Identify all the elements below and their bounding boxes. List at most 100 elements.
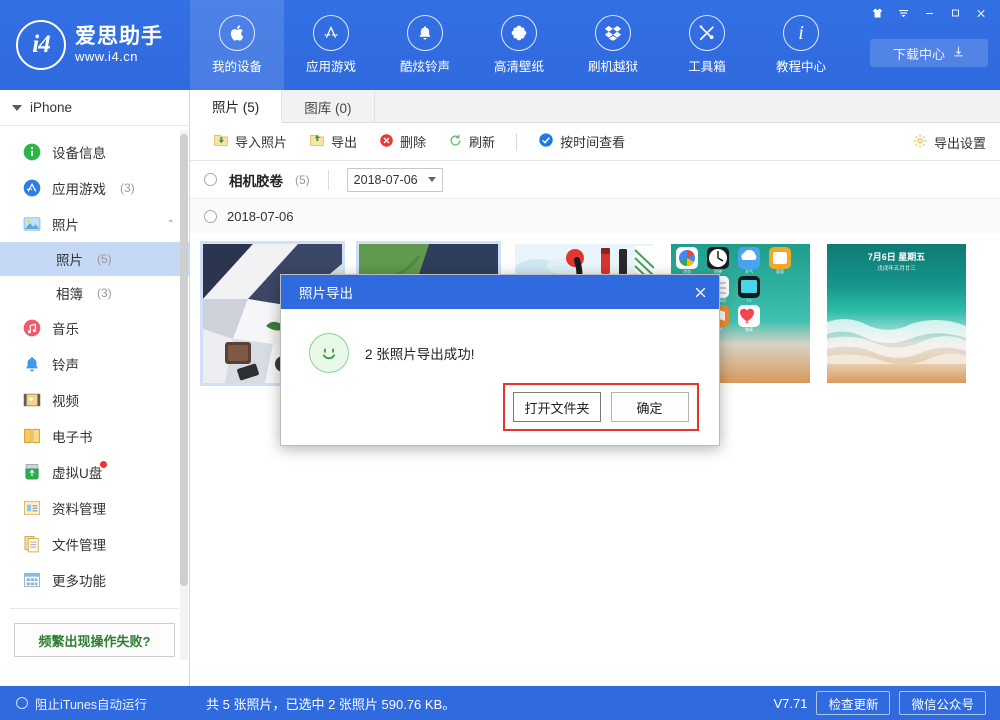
appstore-icon xyxy=(313,15,349,51)
nav-label: 高清壁纸 xyxy=(494,56,544,75)
confirm-button[interactable]: 确定 xyxy=(611,392,689,422)
minimize-icon[interactable] xyxy=(916,3,942,24)
sidebar-item-count: (3) xyxy=(97,286,112,300)
sidebar-scrollbar-thumb[interactable] xyxy=(180,134,188,586)
nav-item-ringtones[interactable]: 酷炫铃声 xyxy=(378,0,472,90)
sidebar-scrollbar[interactable] xyxy=(180,130,188,660)
toolbar-label: 删除 xyxy=(400,132,426,151)
import-photos-button[interactable]: 导入照片 xyxy=(204,129,296,155)
help-button[interactable]: 频繁出现操作失败? xyxy=(14,623,175,657)
gear-icon xyxy=(912,133,928,152)
photo-thumbnail[interactable]: 7月6日 星期五 戊戌年五月廿三 xyxy=(824,241,969,386)
sidebar-item-albums[interactable]: 相簿 (3) xyxy=(0,276,189,310)
download-icon xyxy=(952,45,965,61)
export-settings-button[interactable]: 导出设置 xyxy=(912,123,986,161)
info-icon: i xyxy=(783,15,819,51)
brand-logo-text: i4 xyxy=(32,31,49,59)
toolbar-separator xyxy=(516,133,517,151)
refresh-button[interactable]: 刷新 xyxy=(439,129,504,155)
camera-roll-count: (5) xyxy=(295,173,310,187)
sidebar-item-ringtones[interactable]: 铃声 xyxy=(0,346,189,382)
import-icon xyxy=(213,132,229,151)
nav-item-my-device[interactable]: 我的设备 xyxy=(190,0,284,90)
info-green-icon xyxy=(22,142,42,162)
version-label: V7.71 xyxy=(773,696,807,711)
group-select-radio[interactable] xyxy=(204,210,217,223)
camera-roll-label: 相机胶卷 xyxy=(229,170,283,190)
sidebar-item-label: 资料管理 xyxy=(52,498,106,518)
photo-ios-lockscreen: 7月6日 星期五 戊戌年五月廿三 xyxy=(827,244,966,383)
maximize-icon[interactable] xyxy=(942,3,968,24)
sidebar-item-photos-child[interactable]: 照片 (5) xyxy=(0,242,189,276)
export-settings-label: 导出设置 xyxy=(934,133,986,152)
brand-logo-area: i4 爱思助手 www.i4.cn xyxy=(0,0,190,90)
nav-label: 酷炫铃声 xyxy=(400,56,450,75)
sidebar-item-label: 视频 xyxy=(52,390,79,410)
status-bar: 阻止iTunes自动运行 共 5 张照片，已选中 2 张照片 590.76 KB… xyxy=(0,686,1000,720)
top-bar: i4 爱思助手 www.i4.cn 我的设备 应用游戏 xyxy=(0,0,1000,90)
caret-down-icon xyxy=(12,105,22,111)
data-icon xyxy=(22,498,42,518)
smiley-face-icon xyxy=(309,333,349,373)
appstore-blue-icon xyxy=(22,178,42,198)
app-window: i4 爱思助手 www.i4.cn 我的设备 应用游戏 xyxy=(0,0,1000,720)
dialog-body: 2 张照片导出成功! xyxy=(281,309,719,373)
sidebar-item-label: 相簿 xyxy=(56,283,83,303)
sidebar-item-apps-games[interactable]: 应用游戏 (3) xyxy=(0,170,189,206)
itunes-toggle-radio[interactable] xyxy=(16,697,28,709)
view-by-time-label: 按时间查看 xyxy=(560,132,625,151)
check-update-button[interactable]: 检查更新 xyxy=(816,691,890,715)
svg-text:7月6日 星期五: 7月6日 星期五 xyxy=(868,251,926,262)
svg-text:健康: 健康 xyxy=(745,326,753,332)
nav-item-flash-jailbreak[interactable]: 刷机越狱 xyxy=(566,0,660,90)
close-icon[interactable] xyxy=(968,3,994,24)
nav-item-toolbox[interactable]: 工具箱 xyxy=(660,0,754,90)
dialog-message: 2 张照片导出成功! xyxy=(365,343,475,363)
date-filter-select[interactable]: 2018-07-06 xyxy=(347,168,443,192)
camera-roll-radio[interactable] xyxy=(204,173,217,186)
close-icon[interactable] xyxy=(681,275,719,309)
open-folder-button[interactable]: 打开文件夹 xyxy=(513,392,600,422)
download-center-label: 下载中心 xyxy=(893,44,945,63)
ringtone-icon xyxy=(22,354,42,374)
photo-group-row: 2018-07-06 xyxy=(190,199,1000,233)
sidebar-item-file-management[interactable]: 文件管理 xyxy=(0,526,189,562)
video-icon xyxy=(22,390,42,410)
tab-photos[interactable]: 照片 (5) xyxy=(190,90,282,123)
music-icon xyxy=(22,318,42,338)
svg-text:天气: 天气 xyxy=(745,268,753,274)
sidebar-item-photos[interactable]: 照片 ⌃ xyxy=(0,206,189,242)
download-center-button[interactable]: 下载中心 xyxy=(870,39,988,67)
nav-item-tutorial-center[interactable]: i 教程中心 xyxy=(754,0,848,90)
sidebar-item-more-features[interactable]: 更多功能 xyxy=(0,562,189,598)
toolbar: 导入照片 导出 删除 刷新 xyxy=(190,123,1000,161)
usb-icon xyxy=(22,462,42,482)
sidebar-item-virtual-usb[interactable]: 虚拟U盘 xyxy=(0,454,189,490)
photo-icon xyxy=(22,214,42,234)
skin-icon[interactable] xyxy=(864,3,890,24)
date-filter-value: 2018-07-06 xyxy=(354,173,418,187)
sidebar-list: 设备信息 应用游戏 (3) 照片 ⌃ 照片 (5) xyxy=(0,126,189,657)
tab-bar: 照片 (5) 图库 (0) xyxy=(190,90,1000,123)
sidebar-item-music[interactable]: 音乐 xyxy=(0,310,189,346)
sidebar-item-data-management[interactable]: 资料管理 xyxy=(0,490,189,526)
nav-item-apps-games[interactable]: 应用游戏 xyxy=(284,0,378,90)
sidebar-item-label-wrap: 虚拟U盘 xyxy=(52,462,102,482)
sidebar-item-label: 电子书 xyxy=(52,426,93,446)
delete-button[interactable]: 删除 xyxy=(370,129,435,155)
device-name: iPhone xyxy=(30,100,72,115)
nav-item-wallpapers[interactable]: 高清壁纸 xyxy=(472,0,566,90)
menu-icon[interactable] xyxy=(890,3,916,24)
tab-gallery[interactable]: 图库 (0) xyxy=(282,90,374,123)
export-button[interactable]: 导出 xyxy=(300,129,366,155)
itunes-block-toggle[interactable]: 阻止iTunes自动运行 xyxy=(0,694,190,713)
wechat-official-button[interactable]: 微信公众号 xyxy=(899,691,986,715)
file-icon xyxy=(22,534,42,554)
view-by-time-toggle[interactable]: 按时间查看 xyxy=(529,129,634,155)
device-header[interactable]: iPhone xyxy=(0,90,189,126)
i4-circle-logo: i4 xyxy=(16,20,66,70)
sidebar-item-device-info[interactable]: 设备信息 xyxy=(0,134,189,170)
sidebar-item-video[interactable]: 视频 xyxy=(0,382,189,418)
sidebar-item-ebooks[interactable]: 电子书 xyxy=(0,418,189,454)
tools-icon xyxy=(689,15,725,51)
